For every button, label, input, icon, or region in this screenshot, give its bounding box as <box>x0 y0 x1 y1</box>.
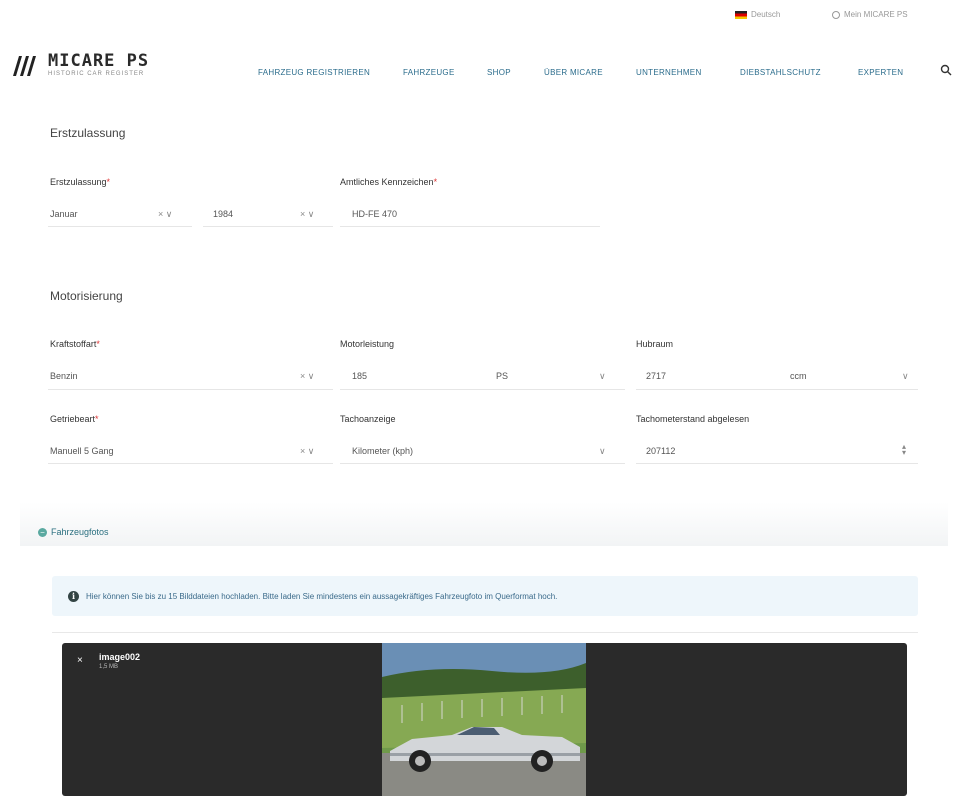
displacement-input[interactable]: 2717 <box>646 371 666 381</box>
first-registration-label: Erstzulassung* <box>50 177 111 187</box>
search-icon[interactable] <box>940 64 952 76</box>
speedometer-value[interactable]: Kilometer (kph) <box>352 446 413 456</box>
account-label: Mein MICARE PS <box>844 10 908 19</box>
displacement-underline <box>636 389 918 390</box>
logo[interactable]: MICARE PS HISTORIC CAR REGISTER <box>10 52 149 78</box>
transmission-label: Getriebeart* <box>50 414 99 424</box>
month-select-underline <box>48 226 192 227</box>
year-select-controls[interactable]: × ∨ <box>300 209 314 220</box>
account-link[interactable]: Mein MICARE PS <box>832 10 908 19</box>
engine-power-label: Motorleistung <box>340 339 395 349</box>
top-bar: Deutsch Mein MICARE PS <box>0 0 961 24</box>
displacement-unit[interactable]: ccm <box>790 371 807 381</box>
fuel-type-controls[interactable]: × ∨ <box>300 371 314 382</box>
car-photo <box>382 643 586 796</box>
upload-info-box: i Hier können Sie bis zu 15 Bilddateien … <box>52 576 918 616</box>
photos-section-title: Fahrzeugfotos <box>51 527 109 537</box>
info-icon: i <box>68 590 79 602</box>
displacement-unit-chevron-icon[interactable]: ∨ <box>902 371 909 382</box>
photos-section-toggle[interactable]: − Fahrzeugfotos <box>38 527 109 537</box>
power-unit-chevron-icon[interactable]: ∨ <box>599 371 606 382</box>
nav-theft-protection[interactable]: DIEBSTAHLSCHUTZ <box>740 68 821 77</box>
fuel-type-value[interactable]: Benzin <box>50 371 78 381</box>
fuel-type-underline <box>48 389 333 390</box>
speedometer-chevron-icon[interactable]: ∨ <box>599 446 606 457</box>
user-icon <box>832 10 840 19</box>
file-name: image002 <box>99 652 141 662</box>
section-title-registration: Erstzulassung <box>50 126 126 140</box>
photo-preview[interactable]: × image002 1,5 MB <box>62 643 907 796</box>
license-plate-input[interactable]: HD-FE 470 <box>352 209 397 219</box>
transmission-controls[interactable]: × ∨ <box>300 446 314 457</box>
nav-company[interactable]: UNTERNEHMEN <box>636 68 702 77</box>
displacement-label: Hubraum <box>636 339 674 349</box>
nav-register-vehicle[interactable]: FAHRZEUG REGISTRIEREN <box>258 68 370 77</box>
upload-info-text: Hier können Sie bis zu 15 Bilddateien ho… <box>86 591 558 601</box>
transmission-underline <box>48 463 333 464</box>
nav-shop[interactable]: SHOP <box>487 68 511 77</box>
nav-vehicles[interactable]: FAHRZEUGE <box>403 68 455 77</box>
divider <box>52 632 918 633</box>
month-select-controls[interactable]: × ∨ <box>158 209 172 220</box>
transmission-value[interactable]: Manuell 5 Gang <box>50 446 114 456</box>
odometer-underline <box>636 463 918 464</box>
year-select-underline <box>203 226 333 227</box>
year-select-value[interactable]: 1984 <box>213 209 233 219</box>
nav-about[interactable]: ÜBER MICARE <box>544 68 603 77</box>
brand-name: MICARE PS <box>48 51 150 71</box>
site-header: MICARE PS HISTORIC CAR REGISTER FAHRZEUG… <box>0 38 961 98</box>
logo-mark-icon <box>13 56 36 76</box>
engine-power-unit[interactable]: PS <box>496 371 508 381</box>
german-flag-icon <box>735 10 747 19</box>
file-size: 1,5 MB <box>99 664 119 670</box>
language-label: Deutsch <box>751 10 781 19</box>
collapse-minus-icon: − <box>38 527 47 537</box>
month-select-value[interactable]: Januar <box>50 209 78 219</box>
odometer-spinner-icon[interactable]: ▴ ▾ <box>902 443 906 457</box>
section-title-engine: Motorisierung <box>50 289 123 303</box>
brand-tagline: HISTORIC CAR REGISTER <box>48 71 145 77</box>
fuel-type-label: Kraftstoffart* <box>50 339 100 349</box>
engine-power-input[interactable]: 185 <box>352 371 367 381</box>
odometer-input[interactable]: 207112 <box>646 446 675 456</box>
engine-power-underline <box>340 389 625 390</box>
speedometer-label: Tachoanzeige <box>340 414 396 424</box>
close-icon[interactable]: × <box>77 655 83 666</box>
license-plate-label: Amtliches Kennzeichen* <box>340 177 438 187</box>
photos-section-band <box>20 502 948 546</box>
nav-experts[interactable]: EXPERTEN <box>858 68 903 77</box>
language-switcher[interactable]: Deutsch <box>735 10 780 19</box>
odometer-label: Tachometerstand abgelesen <box>636 414 750 424</box>
speedometer-underline <box>340 463 625 464</box>
license-plate-underline <box>340 226 600 227</box>
